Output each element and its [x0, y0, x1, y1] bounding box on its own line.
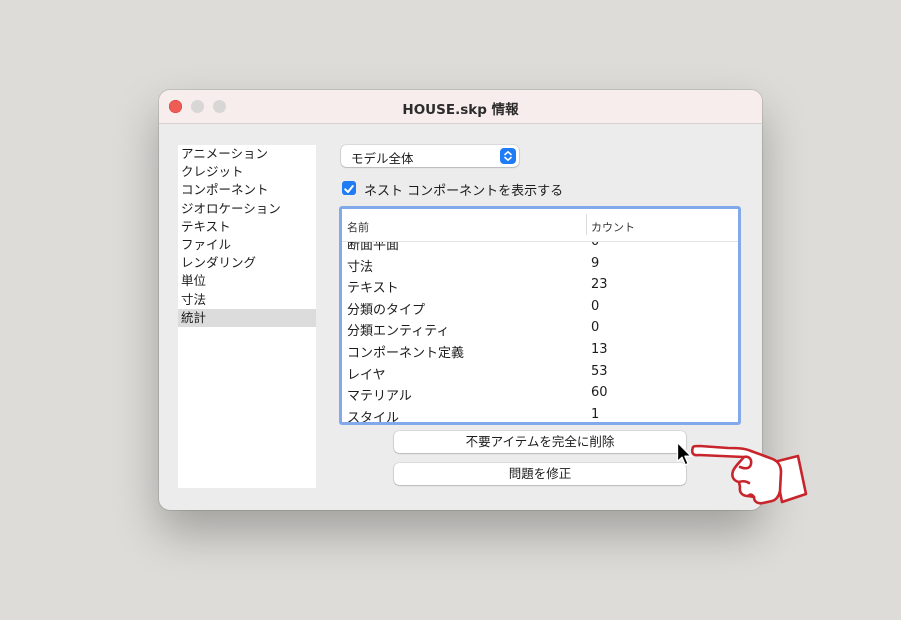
model-info-window: HOUSE.skp 情報 アニメーション クレジット コンポーネント ジオロケー… [159, 90, 762, 510]
row-count: 1 [591, 406, 600, 422]
row-count: 9 [591, 255, 600, 271]
table-row[interactable]: 分類のタイプ 0 [342, 296, 738, 318]
sidebar-item-statistics[interactable]: 統計 [178, 308, 316, 327]
table-row[interactable]: 寸法 9 [342, 253, 738, 275]
title-bar[interactable]: HOUSE.skp 情報 [159, 90, 762, 124]
sidebar-item-rendering[interactable]: レンダリング [178, 254, 316, 272]
table-row[interactable]: スタイル 1 [342, 404, 738, 425]
row-count: 53 [591, 363, 608, 379]
stepper-icon [500, 148, 516, 164]
desktop: HOUSE.skp 情報 アニメーション クレジット コンポーネント ジオロケー… [0, 0, 901, 620]
pointing-hand-icon [690, 444, 808, 505]
sidebar-item-units[interactable]: 単位 [178, 272, 316, 290]
row-name: マテリアル [347, 389, 412, 405]
sidebar-item-file[interactable]: ファイル [178, 236, 316, 254]
sidebar-item-dimensions[interactable]: 寸法 [178, 291, 316, 309]
nested-components-label: ネスト コンポーネントを表示する [364, 184, 564, 199]
row-count: 0 [591, 298, 600, 314]
row-name: テキスト [347, 281, 399, 297]
statistics-table[interactable]: 断面平面 0 寸法 9 テキスト 23 分類のタイプ 0 分類エンティティ [339, 206, 741, 425]
fix-problems-button[interactable]: 問題を修正 [394, 463, 686, 485]
scope-dropdown[interactable]: モデル全体 [341, 145, 519, 167]
row-name: コンポーネント定義 [347, 345, 465, 361]
row-name: 分類のタイプ [347, 302, 426, 318]
row-name: 寸法 [347, 259, 374, 275]
table-header: 名前 カウント [342, 209, 738, 242]
sidebar-item-text[interactable]: テキスト [178, 218, 316, 236]
sidebar-item-components[interactable]: コンポーネント [178, 181, 316, 199]
sidebar-item-credits[interactable]: クレジット [178, 163, 316, 181]
row-count: 13 [591, 341, 608, 357]
row-count: 0 [591, 320, 600, 336]
row-name: 分類エンティティ [347, 324, 450, 340]
sidebar-item-animation[interactable]: アニメーション [178, 145, 316, 163]
row-name: スタイル [347, 410, 400, 425]
table-row[interactable]: マテリアル 60 [342, 382, 738, 404]
category-list: アニメーション クレジット コンポーネント ジオロケーション テキスト ファイル… [178, 145, 316, 488]
table-row[interactable]: テキスト 23 [342, 274, 738, 296]
table-row[interactable]: 分類エンティティ 0 [342, 317, 738, 339]
row-name: レイヤ [347, 367, 386, 383]
row-count: 23 [591, 277, 608, 293]
window-title: HOUSE.skp 情報 [402, 102, 519, 118]
checkmark-icon [344, 185, 354, 193]
statistics-rows: 断面平面 0 寸法 9 テキスト 23 分類のタイプ 0 分類エンティティ [342, 231, 738, 425]
sidebar-item-geolocation[interactable]: ジオロケーション [178, 200, 316, 218]
nested-components-checkbox[interactable] [342, 181, 356, 195]
table-row[interactable]: レイヤ 53 [342, 361, 738, 383]
column-header-count[interactable]: カウント [591, 219, 635, 235]
column-divider[interactable] [586, 214, 587, 235]
row-count: 60 [591, 385, 608, 401]
table-row[interactable]: コンポーネント定義 13 [342, 339, 738, 361]
column-header-name[interactable]: 名前 [347, 219, 369, 235]
purge-unused-button[interactable]: 不要アイテムを完全に削除 [394, 431, 686, 453]
scope-dropdown-value: モデル全体 [351, 151, 414, 166]
